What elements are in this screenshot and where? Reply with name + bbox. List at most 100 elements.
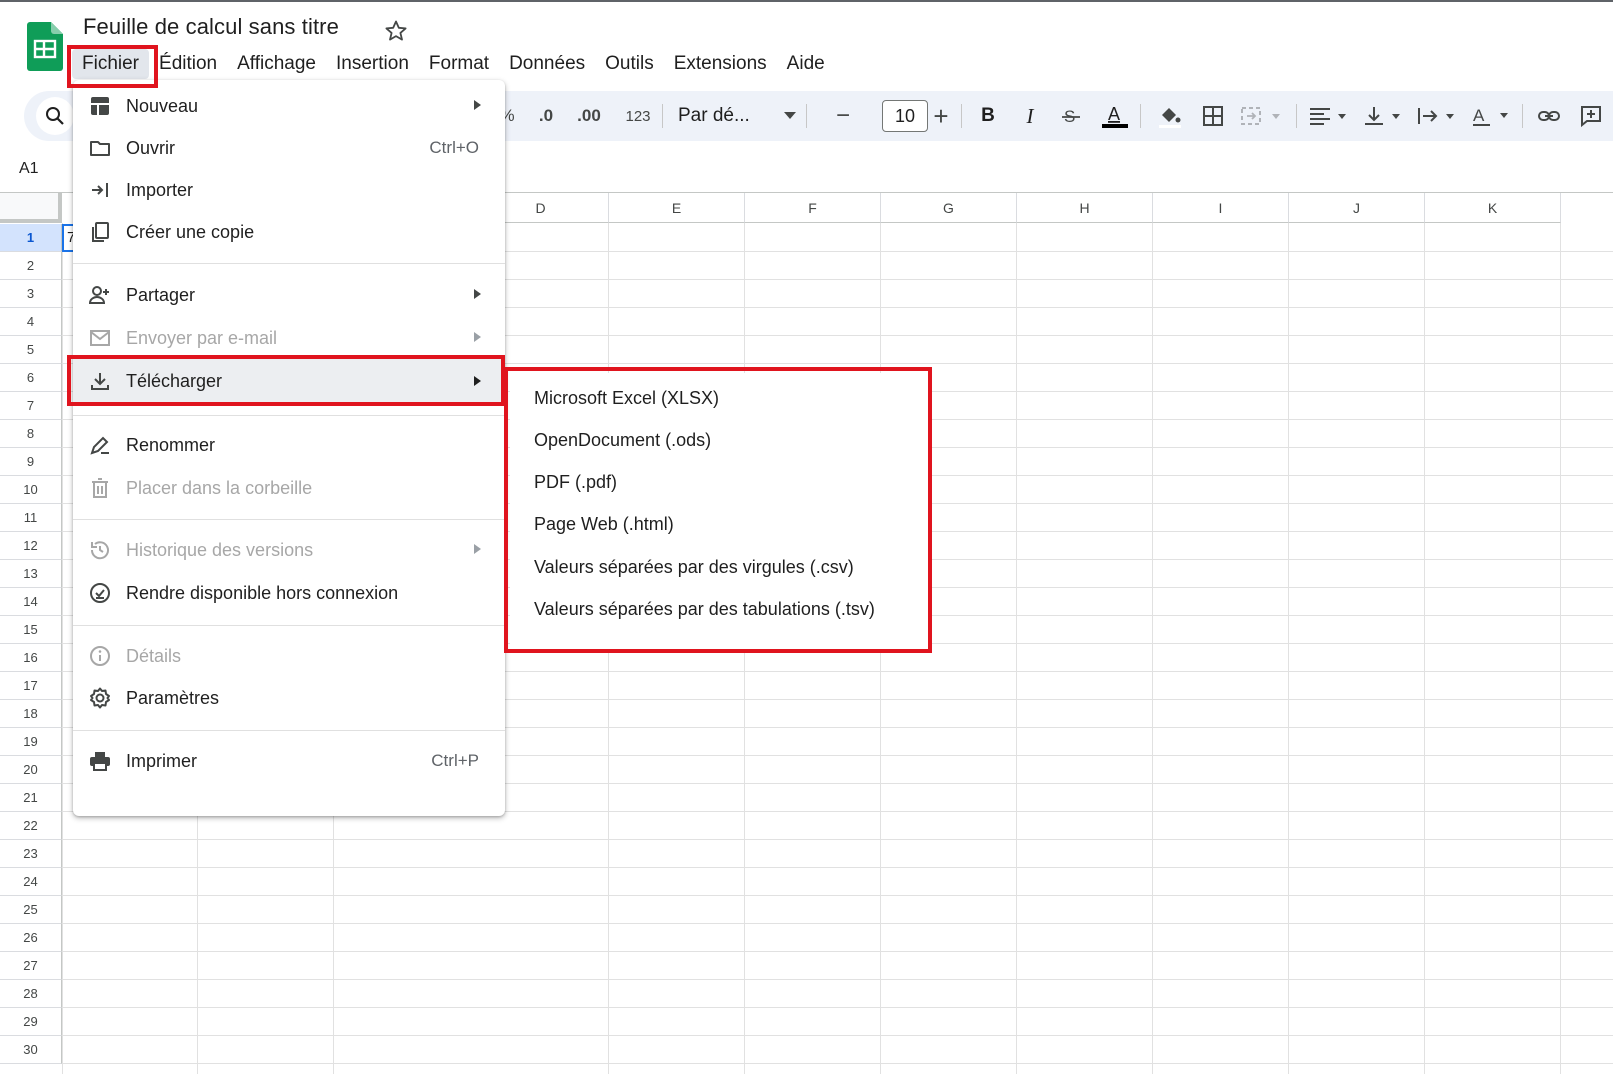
document-title[interactable]: Feuille de calcul sans titre [83, 14, 339, 40]
decrease-decimal-icon[interactable]: .0 [529, 91, 563, 141]
text-color-icon[interactable]: A [1096, 91, 1134, 141]
row-header-1[interactable]: 1 [0, 224, 62, 252]
chevron-down-icon[interactable] [780, 91, 800, 141]
column-header-i[interactable]: I [1153, 193, 1289, 223]
menu-item-parametres[interactable]: Paramètres [73, 678, 505, 718]
row-header-13[interactable]: 13 [0, 560, 62, 588]
menu-item-label: Télécharger [126, 370, 223, 391]
row-header-7[interactable]: 7 [0, 392, 62, 420]
font-size-increase-icon[interactable]: + [928, 91, 954, 141]
menu-item-partager[interactable]: Partager [73, 275, 505, 315]
menu-item-creer-copie[interactable]: Créer une copie [73, 212, 505, 252]
menu-affichage[interactable]: Affichage [227, 49, 326, 79]
column-header-f[interactable]: F [745, 193, 881, 223]
row-header-4[interactable]: 4 [0, 308, 62, 336]
horizontal-align-icon[interactable] [1306, 91, 1354, 141]
row-header-14[interactable]: 14 [0, 588, 62, 616]
row-header-20[interactable]: 20 [0, 756, 62, 784]
menu-donnees[interactable]: Données [499, 49, 595, 79]
menu-item-nouveau[interactable]: Nouveau [73, 86, 505, 126]
row-header-19[interactable]: 19 [0, 728, 62, 756]
bold-icon[interactable]: B [972, 91, 1004, 141]
menu-item-telecharger[interactable]: Télécharger [73, 359, 505, 403]
download-csv[interactable]: Valeurs séparées par des virgules (.csv) [534, 557, 854, 578]
submenu-arrow-icon [474, 376, 481, 386]
import-icon [89, 179, 111, 201]
vertical-align-icon[interactable] [1360, 91, 1408, 141]
menu-insertion[interactable]: Insertion [326, 49, 419, 79]
row-header-15[interactable]: 15 [0, 616, 62, 644]
italic-icon[interactable]: I [1014, 91, 1046, 141]
select-all-corner[interactable] [0, 193, 62, 223]
menu-divider [73, 625, 505, 626]
row-header-9[interactable]: 9 [0, 448, 62, 476]
menu-item-imprimer[interactable]: Imprimer Ctrl+P [73, 741, 505, 781]
menu-edition[interactable]: Édition [149, 49, 227, 79]
menu-format[interactable]: Format [419, 49, 499, 79]
download-ods[interactable]: OpenDocument (.ods) [534, 430, 711, 451]
download-tsv[interactable]: Valeurs séparées par des tabulations (.t… [534, 599, 875, 620]
text-wrap-icon[interactable] [1414, 91, 1462, 141]
increase-decimal-icon[interactable]: .00 [569, 91, 609, 141]
download-xlsx[interactable]: Microsoft Excel (XLSX) [534, 388, 719, 409]
merge-cells-icon[interactable] [1238, 91, 1288, 141]
row-header-18[interactable]: 18 [0, 700, 62, 728]
column-gridline [1288, 223, 1289, 1074]
row-header-2[interactable]: 2 [0, 252, 62, 280]
column-header-j[interactable]: J [1289, 193, 1425, 223]
row-header-6[interactable]: 6 [0, 364, 62, 392]
row-header-28[interactable]: 28 [0, 980, 62, 1008]
menu-item-label: Partager [126, 284, 196, 305]
font-size-decrease-icon[interactable]: − [832, 91, 854, 141]
name-box[interactable]: A1 [19, 160, 39, 178]
row-header-12[interactable]: 12 [0, 532, 62, 560]
column-gridline [1016, 223, 1017, 1074]
row-header-17[interactable]: 17 [0, 672, 62, 700]
download-html[interactable]: Page Web (.html) [534, 514, 674, 535]
number-format-button[interactable]: 123 [618, 91, 658, 141]
row-header-24[interactable]: 24 [0, 868, 62, 896]
menu-item-renommer[interactable]: Renommer [73, 425, 505, 465]
row-header-16[interactable]: 16 [0, 644, 62, 672]
link-icon[interactable] [1532, 91, 1566, 141]
strikethrough-icon[interactable]: S [1054, 91, 1088, 141]
row-header-21[interactable]: 21 [0, 784, 62, 812]
row-header-10[interactable]: 10 [0, 476, 62, 504]
font-size-input[interactable]: 10 [882, 100, 928, 132]
comment-icon[interactable] [1574, 91, 1608, 141]
column-header-g[interactable]: G [881, 193, 1017, 223]
row-gridline [62, 1007, 1613, 1008]
font-family-dropdown[interactable]: Par dé... [674, 91, 780, 141]
column-header-e[interactable]: E [609, 193, 745, 223]
row-header-27[interactable]: 27 [0, 952, 62, 980]
row-header-26[interactable]: 26 [0, 924, 62, 952]
row-header-23[interactable]: 23 [0, 840, 62, 868]
toolbar-divider [662, 104, 663, 128]
menu-outils[interactable]: Outils [595, 49, 664, 79]
google-sheets-window: { "app": { "title": "Feuille de calcul s… [0, 0, 1613, 1074]
row-header-22[interactable]: 22 [0, 812, 62, 840]
menu-item-importer[interactable]: Importer [73, 170, 505, 210]
fill-color-icon[interactable] [1152, 91, 1186, 141]
menu-item-ouvrir[interactable]: Ouvrir Ctrl+O [73, 128, 505, 168]
menu-item-label: Ouvrir [126, 137, 175, 158]
row-header-5[interactable]: 5 [0, 336, 62, 364]
row-header-30[interactable]: 30 [0, 1036, 62, 1064]
menu-extensions[interactable]: Extensions [664, 49, 777, 79]
row-header-8[interactable]: 8 [0, 420, 62, 448]
menu-item-hors-connexion[interactable]: Rendre disponible hors connexion [73, 573, 505, 613]
menu-aide[interactable]: Aide [777, 49, 835, 79]
row-header-11[interactable]: 11 [0, 504, 62, 532]
column-header-k[interactable]: K [1425, 193, 1561, 223]
download-pdf[interactable]: PDF (.pdf) [534, 472, 617, 493]
row-header-25[interactable]: 25 [0, 896, 62, 924]
borders-icon[interactable] [1196, 91, 1230, 141]
sheets-logo-icon[interactable] [27, 22, 63, 72]
column-header-h[interactable]: H [1017, 193, 1153, 223]
star-icon[interactable] [384, 19, 408, 43]
menu-fichier[interactable]: Fichier [72, 49, 150, 79]
row-header-29[interactable]: 29 [0, 1008, 62, 1036]
text-rotation-icon[interactable]: A [1468, 91, 1516, 141]
search-menus-button[interactable] [36, 97, 74, 135]
row-header-3[interactable]: 3 [0, 280, 62, 308]
